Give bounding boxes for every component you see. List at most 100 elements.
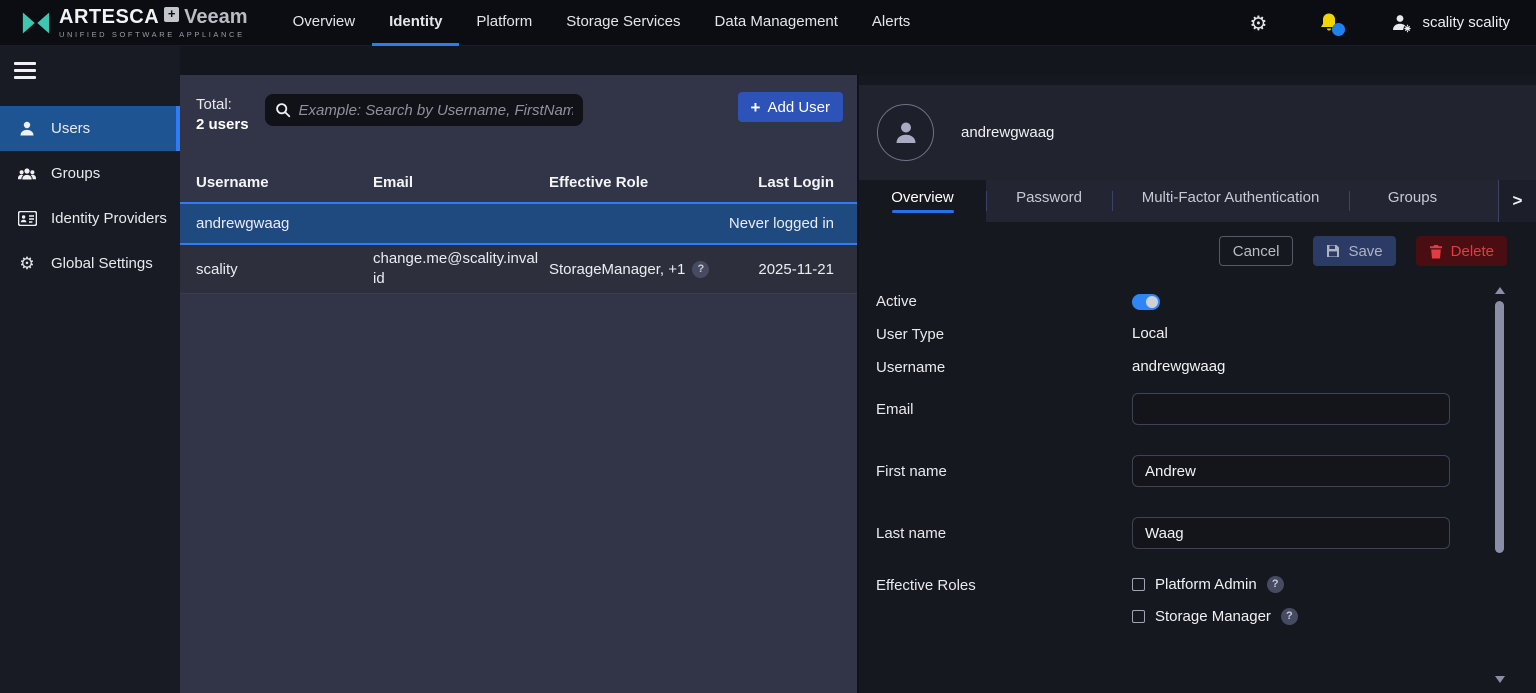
cell-last-login: 2025-11-21: [724, 261, 834, 278]
user-type-value: Local: [1132, 325, 1168, 343]
top-nav: ARTESCA + Veeam UNIFIED SOFTWARE APPLIAN…: [0, 0, 1536, 46]
detail-tabs: Overview Password Multi-Factor Authentic…: [859, 180, 1536, 222]
username-label: Username: [876, 358, 1132, 376]
settings-gear-icon[interactable]: ⚙: [1250, 13, 1268, 33]
last-name-field[interactable]: [1132, 517, 1450, 549]
platform-admin-checkbox[interactable]: [1132, 578, 1145, 591]
arrow-up-icon[interactable]: [1495, 287, 1505, 294]
question-circle-icon[interactable]: [1281, 608, 1298, 625]
sidebar-item-label: Identity Providers: [51, 210, 167, 227]
cancel-button[interactable]: Cancel: [1219, 236, 1294, 266]
users-total: Total: 2 users: [196, 92, 249, 135]
user-gear-icon: [1391, 13, 1413, 33]
last-name-label: Last name: [876, 524, 1132, 542]
delete-button[interactable]: Delete: [1416, 236, 1507, 266]
chevron-right-icon[interactable]: >: [1498, 180, 1536, 222]
sidebar: Users Groups: [0, 46, 180, 693]
total-label: Total:: [196, 95, 249, 115]
notification-dot: [1332, 23, 1345, 36]
cell-username: andrewgwaag: [196, 215, 373, 232]
cell-effective-role: StorageManager, +1: [549, 261, 724, 278]
active-tab-underline: [892, 210, 954, 213]
tab-groups[interactable]: Groups: [1349, 180, 1476, 222]
user-icon: [17, 120, 37, 138]
floppy-icon: [1326, 244, 1340, 258]
user-detail-panel: andrewgwaag Overview Password Multi-Fact…: [857, 75, 1536, 693]
question-circle-icon[interactable]: [692, 261, 709, 278]
first-name-field[interactable]: [1132, 455, 1450, 487]
logo-tagline: UNIFIED SOFTWARE APPLIANCE: [59, 30, 248, 39]
cell-last-login: Never logged in: [724, 215, 834, 232]
cell-email: change.me@scality.invalid: [373, 249, 549, 289]
col-username: Username: [196, 174, 373, 191]
account-menu[interactable]: scality scality: [1391, 13, 1510, 33]
trash-icon: [1429, 244, 1443, 259]
total-value: 2 users: [196, 115, 249, 135]
users-icon: [17, 165, 37, 183]
sidebar-item-label: Groups: [51, 165, 100, 182]
plus-icon: +: [751, 99, 761, 116]
user-detail-header: andrewgwaag: [859, 85, 1536, 180]
search-icon: [275, 102, 291, 118]
avatar: [877, 104, 934, 161]
active-label: Active: [876, 292, 1132, 310]
table-row-andrewgwaag[interactable]: andrewgwaag Never logged in: [180, 202, 857, 245]
detail-title: andrewgwaag: [961, 124, 1054, 141]
user-type-label: User Type: [876, 325, 1132, 343]
col-email: Email: [373, 174, 549, 191]
save-button[interactable]: Save: [1313, 236, 1395, 266]
question-circle-icon[interactable]: [1267, 576, 1284, 593]
detail-actions: Cancel Save Delete: [859, 236, 1507, 266]
nav-item-platform[interactable]: Platform: [459, 0, 549, 46]
account-label: scality scality: [1422, 14, 1510, 31]
nav-item-alerts[interactable]: Alerts: [855, 0, 927, 46]
hamburger-menu-icon[interactable]: [14, 62, 36, 79]
main-nav: Overview Identity Platform Storage Servi…: [276, 0, 928, 46]
tab-multi-factor-authentication[interactable]: Multi-Factor Authentication: [1112, 180, 1349, 222]
gear-icon: ⚙: [17, 254, 37, 274]
partner-name: Veeam: [184, 6, 247, 29]
nav-item-storage-services[interactable]: Storage Services: [549, 0, 697, 46]
active-toggle[interactable]: [1132, 294, 1160, 310]
add-user-button[interactable]: + Add User: [738, 92, 843, 122]
nav-item-identity[interactable]: Identity: [372, 0, 459, 46]
effective-roles-label: Effective Roles: [876, 576, 1132, 625]
col-effective-role: Effective Role: [549, 174, 724, 191]
table-row-scality[interactable]: scality change.me@scality.invalid Storag…: [180, 245, 857, 294]
search-input[interactable]: [299, 102, 573, 119]
sidebar-item-users[interactable]: Users: [0, 106, 180, 151]
sidebar-item-label: Users: [51, 120, 90, 137]
person-icon: [891, 118, 921, 148]
nav-item-overview[interactable]: Overview: [276, 0, 373, 46]
veeam-plus-icon: +: [164, 7, 179, 22]
brand-name: ARTESCA: [59, 6, 159, 29]
tab-password[interactable]: Password: [986, 180, 1112, 222]
detail-scrollbar[interactable]: [1494, 287, 1505, 683]
col-last-login: Last Login: [724, 174, 834, 191]
nav-item-data-management[interactable]: Data Management: [698, 0, 855, 46]
sidebar-item-label: Global Settings: [51, 255, 153, 272]
add-user-label: Add User: [767, 99, 830, 116]
first-name-label: First name: [876, 462, 1132, 480]
email-label: Email: [876, 400, 1132, 418]
scrollbar-thumb[interactable]: [1495, 301, 1504, 553]
artesca-logo-icon: [22, 11, 50, 35]
users-table-header: Username Email Effective Role Last Login: [180, 162, 857, 202]
role-storage-manager: Storage Manager: [1132, 608, 1298, 625]
sidebar-item-identity-providers[interactable]: Identity Providers: [0, 196, 180, 241]
sidebar-item-groups[interactable]: Groups: [0, 151, 180, 196]
storage-manager-checkbox[interactable]: [1132, 610, 1145, 623]
role-platform-admin: Platform Admin: [1132, 576, 1298, 593]
app-logo: ARTESCA + Veeam UNIFIED SOFTWARE APPLIAN…: [0, 6, 248, 39]
sidebar-item-global-settings[interactable]: ⚙ Global Settings: [0, 241, 180, 286]
user-overview-form: Active User Type Local Username andrewgw…: [876, 292, 1536, 625]
user-search: [265, 94, 583, 126]
email-field[interactable]: [1132, 393, 1450, 425]
user-list-panel: Total: 2 users + Add User Username Email…: [180, 75, 857, 693]
notifications-bell-icon[interactable]: [1317, 11, 1341, 35]
cell-username: scality: [196, 261, 373, 278]
username-value: andrewgwaag: [1132, 358, 1225, 376]
id-card-icon: [17, 211, 37, 226]
arrow-down-icon[interactable]: [1495, 676, 1505, 683]
tab-overview[interactable]: Overview: [859, 180, 986, 222]
